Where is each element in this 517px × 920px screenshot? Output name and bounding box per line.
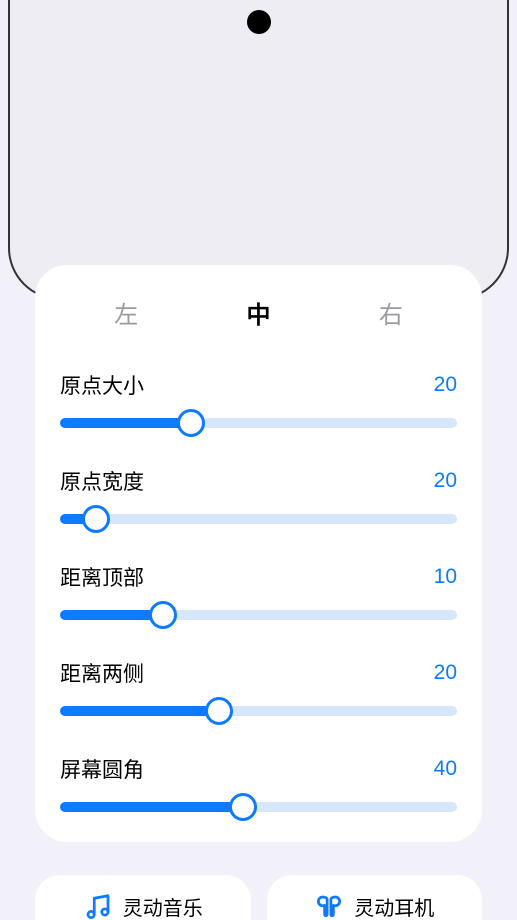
slider-track[interactable] bbox=[60, 706, 457, 716]
slider-fill bbox=[60, 610, 163, 620]
slider-thumb[interactable] bbox=[149, 601, 177, 629]
tab-center[interactable]: 中 bbox=[246, 295, 270, 330]
notch-dot bbox=[247, 10, 271, 34]
slider-side-distance: 距离两侧 20 bbox=[60, 658, 457, 716]
tab-right[interactable]: 右 bbox=[379, 295, 403, 330]
slider-label: 屏幕圆角 bbox=[60, 754, 144, 784]
slider-label: 距离顶部 bbox=[60, 562, 144, 592]
bottom-option-cards: 灵动音乐 灵动耳机 bbox=[35, 875, 482, 920]
slider-value: 20 bbox=[434, 661, 457, 685]
slider-thumb[interactable] bbox=[229, 793, 257, 821]
slider-dot-size: 原点大小 20 bbox=[60, 370, 457, 428]
slider-track[interactable] bbox=[60, 610, 457, 620]
option-dynamic-music[interactable]: 灵动音乐 bbox=[35, 875, 251, 920]
slider-label: 距离两侧 bbox=[60, 658, 144, 688]
slider-value: 20 bbox=[434, 373, 457, 397]
earbuds-icon bbox=[314, 892, 344, 920]
settings-card: 左 中 右 原点大小 20 原点宽度 20 距离顶部 10 bbox=[35, 265, 482, 842]
option-label: 灵动音乐 bbox=[123, 892, 203, 920]
slider-fill bbox=[60, 418, 191, 428]
slider-thumb[interactable] bbox=[82, 505, 110, 533]
slider-track[interactable] bbox=[60, 418, 457, 428]
slider-value: 20 bbox=[434, 469, 457, 493]
option-dynamic-earbuds[interactable]: 灵动耳机 bbox=[267, 875, 483, 920]
slider-top-distance: 距离顶部 10 bbox=[60, 562, 457, 620]
slider-value: 10 bbox=[434, 565, 457, 589]
slider-dot-width: 原点宽度 20 bbox=[60, 466, 457, 524]
slider-label: 原点宽度 bbox=[60, 466, 144, 496]
tab-left[interactable]: 左 bbox=[114, 295, 138, 330]
position-tabs: 左 中 右 bbox=[60, 295, 457, 330]
slider-thumb[interactable] bbox=[177, 409, 205, 437]
slider-value: 40 bbox=[434, 757, 457, 781]
music-icon bbox=[83, 892, 113, 920]
slider-label: 原点大小 bbox=[60, 370, 144, 400]
slider-screen-corner: 屏幕圆角 40 bbox=[60, 754, 457, 812]
slider-track[interactable] bbox=[60, 514, 457, 524]
slider-fill bbox=[60, 802, 243, 812]
slider-fill bbox=[60, 706, 219, 716]
slider-track[interactable] bbox=[60, 802, 457, 812]
phone-preview-frame bbox=[8, 0, 509, 300]
slider-thumb[interactable] bbox=[205, 697, 233, 725]
option-label: 灵动耳机 bbox=[354, 892, 434, 920]
